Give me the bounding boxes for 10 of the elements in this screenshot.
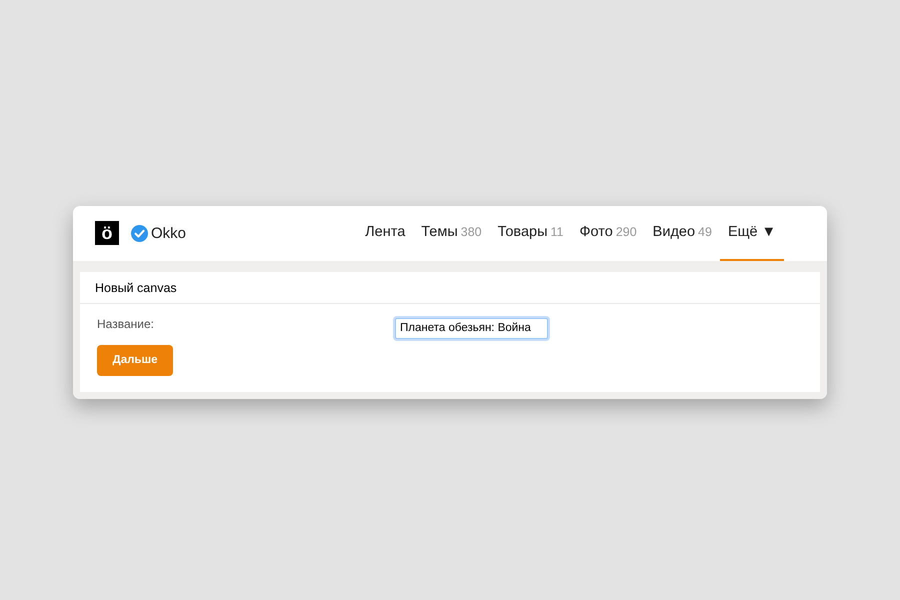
nav-tab[interactable]: Товары 11 [490,206,572,262]
field-label: Название: [97,316,155,330]
nav-tab[interactable]: Видео 49 [644,206,720,262]
account-name-link[interactable]: Okko [151,224,186,242]
logo-icon: ö [95,221,119,245]
panel-title: Новый canvas [80,272,820,304]
nav-tab[interactable]: Темы 380 [413,206,490,262]
nav-tab[interactable]: Лента [357,206,414,262]
name-input-field[interactable]: Планета обезьян: Война [395,318,548,338]
nav-tab[interactable]: Фото 290 [572,206,645,262]
